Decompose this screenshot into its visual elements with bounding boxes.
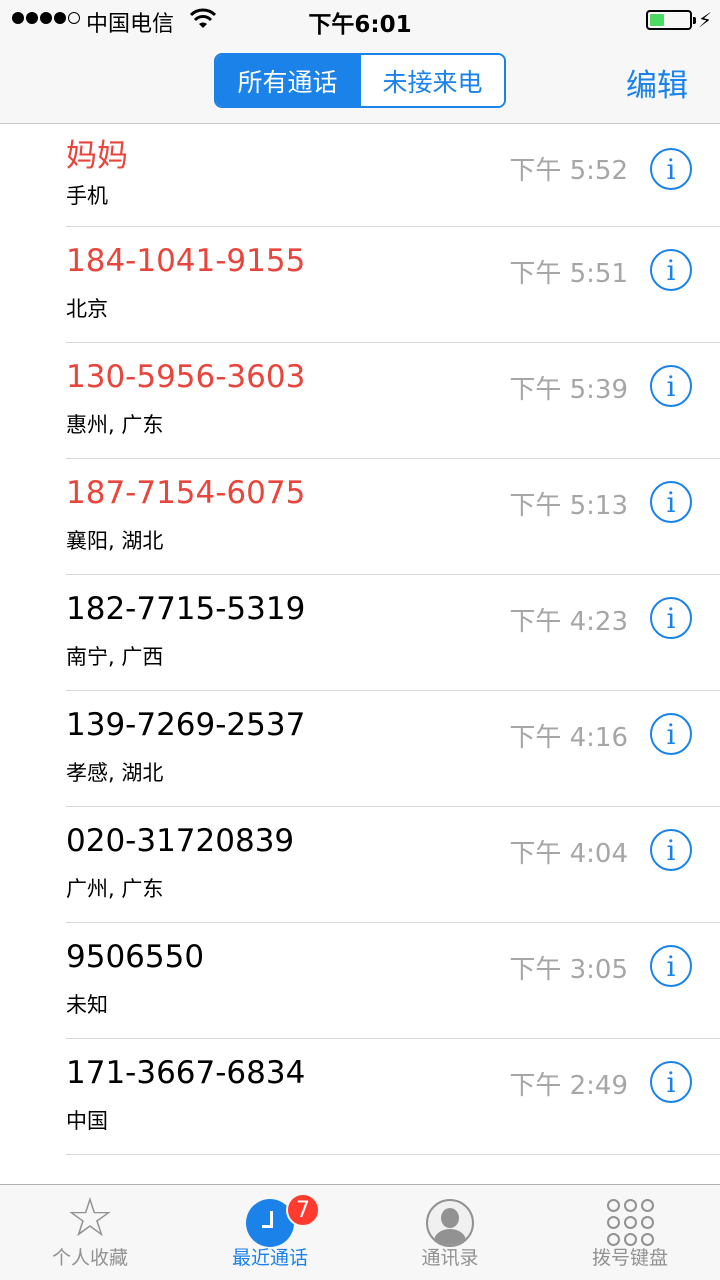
caller-location: 襄阳, 湖北: [66, 529, 164, 553]
info-icon[interactable]: i: [650, 713, 692, 755]
keypad-icon: [606, 1199, 654, 1246]
call-time: 下午 5:39: [509, 375, 628, 405]
caller-location: 手机: [66, 184, 108, 208]
tab-label: 最近通话: [231, 1247, 308, 1269]
caller-name: 187-7154-6075: [66, 475, 306, 511]
info-icon[interactable]: i: [650, 945, 692, 987]
tab-favorites[interactable]: ☆ 个人收藏: [0, 1185, 180, 1280]
caller-name: 139-7269-2537: [66, 707, 306, 743]
call-row[interactable]: 171-3667-6834 中国 下午 2:49 i: [66, 1039, 720, 1155]
bolt-icon: ⚡: [698, 8, 713, 32]
recent-calls-list[interactable]: 妈妈 手机 下午 5:52 i 184-1041-9155 北京 下午 5:51 i 130-5…: [0, 124, 720, 1184]
caller-name: 020-31720839: [66, 823, 295, 859]
tab-label: 通讯录: [421, 1247, 479, 1269]
info-icon[interactable]: i: [650, 829, 692, 871]
missed-calls-badge: 7: [286, 1193, 320, 1227]
info-icon[interactable]: i: [650, 481, 692, 523]
contact-icon: [426, 1199, 474, 1247]
info-icon[interactable]: i: [650, 1061, 692, 1103]
call-time: 下午 4:16: [509, 723, 628, 753]
call-row[interactable]: 184-1041-9155 北京 下午 5:51 i: [66, 227, 720, 343]
call-filter-segmented-control: 所有通话 未接来电: [214, 53, 506, 108]
caller-location: 南宁, 广西: [66, 645, 164, 669]
tab-label: 拨号键盘: [591, 1247, 668, 1269]
call-row[interactable]: 妈妈手机 下午 5:52 i: [66, 124, 720, 227]
tab-contacts[interactable]: 通讯录: [360, 1185, 540, 1280]
call-row[interactable]: 020-31720839 广州, 广东 下午 4:04 i: [66, 807, 720, 923]
call-time: 下午 4:23: [509, 607, 628, 637]
call-time: 下午 5:51: [509, 259, 628, 289]
call-row[interactable]: 130-5956-3603 惠州, 广东 下午 5:39 i: [66, 343, 720, 459]
status-bar: 中国电信 下午6:01 ⚡: [0, 0, 720, 40]
caller-location: 广州, 广东: [66, 877, 164, 901]
tab-bar: ☆ 个人收藏 7 最近通话 通讯录 拨号键盘: [0, 1184, 720, 1280]
battery-icon: [646, 10, 696, 30]
info-icon[interactable]: i: [650, 249, 692, 291]
call-row[interactable]: 9506550 未知 下午 3:05 i: [66, 923, 720, 1039]
segment-all-calls[interactable]: 所有通话: [216, 55, 359, 106]
edit-button[interactable]: 编辑: [626, 60, 688, 105]
call-row[interactable]: 187-7154-6075 襄阳, 湖北 下午 5:13 i: [66, 459, 720, 575]
info-icon[interactable]: i: [650, 148, 692, 190]
star-icon: ☆: [65, 1186, 115, 1249]
tab-recents[interactable]: 7 最近通话: [180, 1185, 360, 1280]
caller-name: 妈妈: [66, 138, 128, 174]
call-time: 下午 3:05: [509, 955, 628, 985]
call-row[interactable]: 182-7715-5319 南宁, 广西 下午 4:23 i: [66, 575, 720, 691]
call-time: 下午 5:52: [509, 156, 628, 186]
info-icon[interactable]: i: [650, 365, 692, 407]
caller-location: 孝感, 湖北: [66, 761, 164, 785]
nav-bar: 所有通话 未接来电 编辑: [0, 40, 720, 124]
caller-location: 未知: [66, 993, 108, 1017]
tab-keypad[interactable]: 拨号键盘: [540, 1185, 720, 1280]
segment-missed-calls[interactable]: 未接来电: [359, 55, 504, 106]
status-time: 下午6:01: [308, 12, 412, 38]
caller-location: 惠州, 广东: [66, 413, 164, 437]
caller-location: 中国: [66, 1109, 108, 1133]
caller-name: 182-7715-5319: [66, 591, 306, 627]
call-row[interactable]: 139-7269-2537 孝感, 湖北 下午 4:16 i: [66, 691, 720, 807]
call-time: 下午 2:49: [509, 1071, 628, 1101]
caller-name: 171-3667-6834: [66, 1055, 306, 1091]
caller-name: 130-5956-3603: [66, 359, 306, 395]
caller-name: 184-1041-9155: [66, 243, 306, 279]
call-time: 下午 5:13: [509, 491, 628, 521]
info-icon[interactable]: i: [650, 597, 692, 639]
call-time: 下午 4:04: [509, 839, 628, 869]
caller-location: 北京: [66, 297, 108, 321]
caller-name: 9506550: [66, 939, 205, 975]
tab-label: 个人收藏: [51, 1247, 128, 1269]
